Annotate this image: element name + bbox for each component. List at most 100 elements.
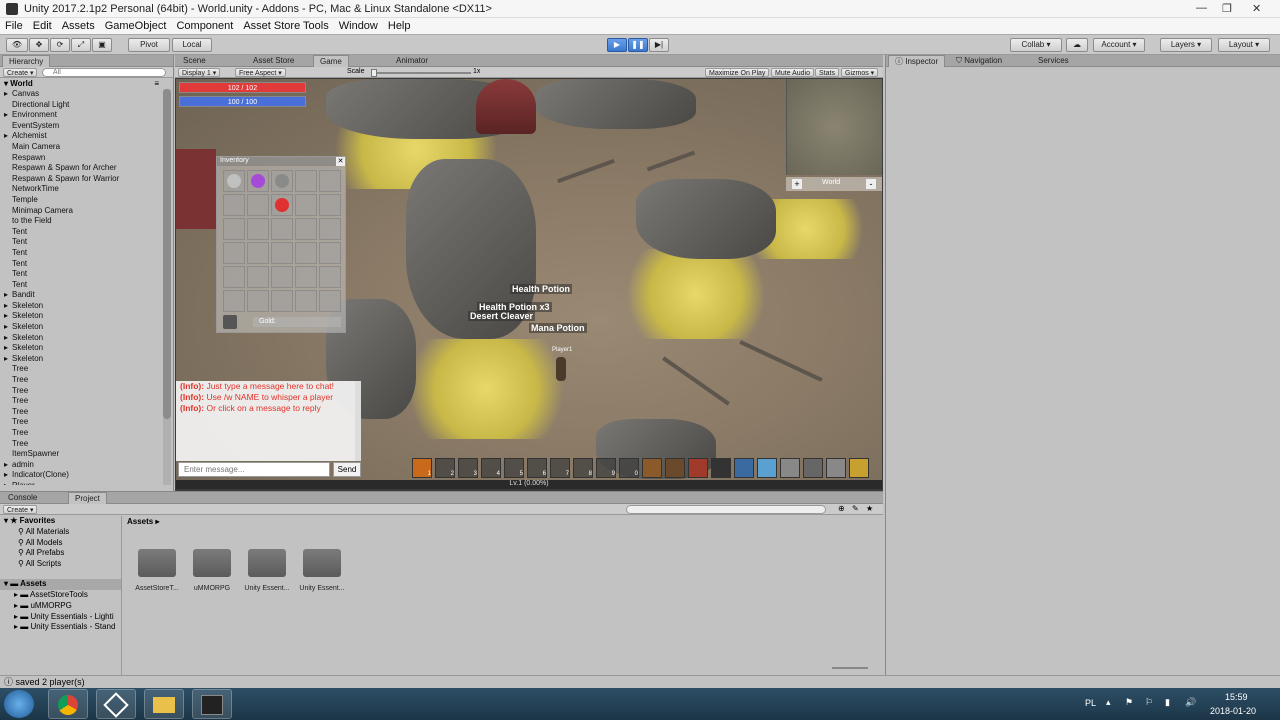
- hierarchy-item[interactable]: ▸Player: [4, 481, 173, 485]
- player-character[interactable]: [556, 357, 566, 381]
- hierarchy-item[interactable]: Tree: [4, 375, 173, 386]
- tab-project[interactable]: Project: [68, 492, 107, 504]
- asset-tree-folder[interactable]: ▸ ▬ AssetStoreTools: [14, 590, 121, 601]
- hierarchy-item[interactable]: Tent: [4, 269, 173, 280]
- menu-gameobject[interactable]: GameObject: [100, 18, 172, 34]
- hierarchy-item[interactable]: Respawn: [4, 153, 173, 164]
- expand-arrow-icon[interactable]: ▸: [4, 343, 12, 354]
- menu-help[interactable]: Help: [383, 18, 416, 34]
- favorite-item[interactable]: ⚲ All Prefabs: [18, 548, 121, 559]
- tab-navigation[interactable]: ⛉ Navigation: [950, 55, 1008, 67]
- expand-arrow-icon[interactable]: ▸: [4, 354, 12, 365]
- scene-root-world[interactable]: ▾ World ≡: [0, 78, 173, 89]
- inventory-slot[interactable]: [271, 194, 293, 216]
- folder-icon[interactable]: [138, 549, 176, 577]
- inventory-slot[interactable]: [271, 266, 293, 288]
- item-label-mana-potion[interactable]: Mana Potion: [529, 323, 587, 333]
- chrome-taskbar-icon[interactable]: [48, 689, 88, 719]
- inventory-slot[interactable]: [295, 290, 317, 312]
- close-window-button[interactable]: ✕: [1252, 2, 1261, 15]
- chat-send-button[interactable]: Send: [333, 462, 361, 477]
- rect-tool-button[interactable]: ▣: [92, 38, 112, 52]
- inventory-slot[interactable]: [247, 290, 269, 312]
- inventory-slot[interactable]: [319, 242, 341, 264]
- hierarchy-create-button[interactable]: Create ▾: [3, 68, 38, 77]
- inventory-slot[interactable]: [247, 170, 269, 192]
- inventory-slot[interactable]: [319, 218, 341, 240]
- skill-slot[interactable]: 4: [481, 458, 501, 478]
- item-label-health-potion[interactable]: Health Potion: [510, 284, 572, 294]
- pause-button[interactable]: ❚❚: [628, 38, 648, 52]
- inventory-slot[interactable]: [271, 218, 293, 240]
- hierarchy-item[interactable]: ▸ admin: [4, 460, 173, 471]
- hierarchy-item[interactable]: Main Camera: [4, 142, 173, 153]
- skill-slot[interactable]: 6: [527, 458, 547, 478]
- app-taskbar-icon[interactable]: [192, 689, 232, 719]
- icon-size-slider[interactable]: [832, 667, 868, 669]
- skill-slot[interactable]: 9: [596, 458, 616, 478]
- favorite-star-icon[interactable]: ★: [866, 504, 873, 513]
- hierarchy-item[interactable]: ItemSpawner: [4, 449, 173, 460]
- tab-inspector[interactable]: ⓘ Inspector: [888, 55, 946, 67]
- cloud-icon[interactable]: ☁: [1066, 38, 1088, 52]
- chat-input[interactable]: [178, 462, 330, 477]
- menu-file[interactable]: File: [0, 18, 28, 34]
- hierarchy-item[interactable]: Tree: [4, 364, 173, 375]
- expand-arrow-icon[interactable]: ▸: [4, 470, 12, 481]
- inventory-slot[interactable]: [271, 290, 293, 312]
- hierarchy-item[interactable]: Temple: [4, 195, 173, 206]
- inventory-slot[interactable]: [319, 290, 341, 312]
- tab-animator[interactable]: Animator: [390, 55, 434, 67]
- inventory-close-icon[interactable]: ✕: [336, 157, 345, 166]
- hierarchy-item[interactable]: Tree: [4, 428, 173, 439]
- menu-shortcut-button[interactable]: [665, 458, 685, 478]
- filter-type-icon[interactable]: ⊕: [838, 504, 845, 513]
- menu-shortcut-button[interactable]: [826, 458, 846, 478]
- skill-slot[interactable]: 1: [412, 458, 432, 478]
- expand-arrow-icon[interactable]: ▸: [4, 481, 12, 485]
- tab-services[interactable]: Services: [1032, 55, 1075, 67]
- folder-label[interactable]: AssetStoreT...: [127, 585, 187, 592]
- hierarchy-item[interactable]: Tree: [4, 417, 173, 428]
- favorite-item[interactable]: ⚲ All Models: [18, 538, 121, 549]
- expand-arrow-icon[interactable]: ▸: [4, 333, 12, 344]
- hierarchy-scrollbar[interactable]: [163, 89, 171, 485]
- skill-slot[interactable]: 5: [504, 458, 524, 478]
- inventory-slot[interactable]: [319, 194, 341, 216]
- skill-slot[interactable]: 8: [573, 458, 593, 478]
- hierarchy-item[interactable]: Tent: [4, 248, 173, 259]
- hierarchy-item[interactable]: Respawn & Spawn for Archer: [4, 163, 173, 174]
- folder-icon[interactable]: [248, 549, 286, 577]
- network-icon[interactable]: ▮: [1165, 697, 1170, 708]
- unity-taskbar-icon[interactable]: [96, 689, 136, 719]
- hierarchy-item[interactable]: Tree: [4, 439, 173, 450]
- menu-window[interactable]: Window: [334, 18, 383, 34]
- maximize-button[interactable]: ❐: [1222, 2, 1232, 15]
- move-tool-button[interactable]: ✥: [29, 38, 49, 52]
- hierarchy-item[interactable]: Directional Light: [4, 100, 173, 111]
- expand-arrow-icon[interactable]: ▸: [4, 89, 12, 100]
- mute-audio-toggle[interactable]: Mute Audio: [771, 68, 815, 77]
- hierarchy-item[interactable]: Respawn & Spawn for Warrior: [4, 174, 173, 185]
- hierarchy-item[interactable]: Tent: [4, 280, 173, 291]
- scale-tool-button[interactable]: ⤢: [71, 38, 91, 52]
- project-search-input[interactable]: [626, 505, 826, 514]
- close-menu-button[interactable]: [849, 458, 869, 478]
- skill-slot[interactable]: 0: [619, 458, 639, 478]
- hierarchy-item[interactable]: ▸ Indicator(Clone): [4, 470, 173, 481]
- scene-menu-icon[interactable]: ≡: [154, 78, 159, 89]
- asset-tree-folder[interactable]: ▸ ▬ Unity Essentials - Lighti: [14, 612, 121, 623]
- inventory-slot[interactable]: [319, 266, 341, 288]
- hierarchy-item[interactable]: ▸ Canvas: [4, 89, 173, 100]
- filter-label-icon[interactable]: ✎: [852, 504, 859, 513]
- chat-message[interactable]: (Info): Or click on a message to reply: [176, 403, 361, 414]
- hierarchy-item[interactable]: to the Field: [4, 216, 173, 227]
- layout-dropdown[interactable]: Layout ▾: [1218, 38, 1270, 52]
- tray-app-icon[interactable]: ⚑: [1125, 697, 1133, 708]
- folder-icon[interactable]: [193, 549, 231, 577]
- menu-shortcut-button[interactable]: [780, 458, 800, 478]
- hierarchy-item[interactable]: Tent: [4, 237, 173, 248]
- inventory-slot[interactable]: [271, 170, 293, 192]
- expand-arrow-icon[interactable]: ▸: [4, 110, 12, 121]
- layers-dropdown[interactable]: Layers ▾: [1160, 38, 1212, 52]
